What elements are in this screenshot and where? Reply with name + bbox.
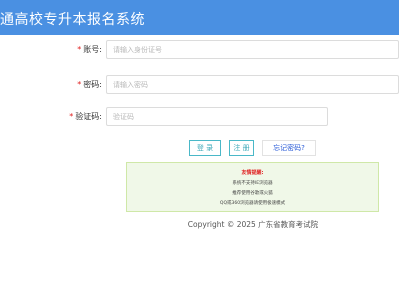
forgot-password-button[interactable]: 忘记密码? [262,140,316,156]
app-header: 通高校专升本报名系统 [0,0,399,35]
register-button[interactable]: 注 册 [229,140,254,156]
required-mark: * [77,80,82,89]
required-mark: * [77,45,82,54]
password-input[interactable] [106,75,399,94]
password-label: * 密码: [77,79,102,90]
captcha-label-text: 验证码: [75,112,102,121]
login-button[interactable]: 登 录 [189,140,221,156]
captcha-input[interactable] [106,107,328,126]
notice-title: 友情提醒: [241,170,264,176]
notice-line: 系统不支持IE浏览器 [232,181,273,186]
account-label-text: 账号: [83,45,102,54]
notice-line: QQ或360浏览器请使用极速模式 [219,201,286,206]
account-input[interactable] [106,40,399,59]
required-mark: * [69,112,74,121]
password-label-text: 密码: [83,80,102,89]
password-row: * 密码: [0,75,399,97]
page-title: 通高校专升本报名系统 [0,12,145,28]
account-label: * 账号: [77,44,102,55]
notice-box: 友情提醒: 系统不支持IE浏览器 推荐使用谷歌或火狐 QQ或360浏览器请使用极… [126,162,379,212]
footer-copyright: Copyright © 2025 广东省教育考试院 [187,220,319,229]
account-row: * 账号: [0,40,399,62]
notice-line: 推荐使用谷歌或火狐 [232,191,273,196]
captcha-label: * 验证码: [69,111,102,122]
captcha-row: * 验证码: [0,107,399,129]
